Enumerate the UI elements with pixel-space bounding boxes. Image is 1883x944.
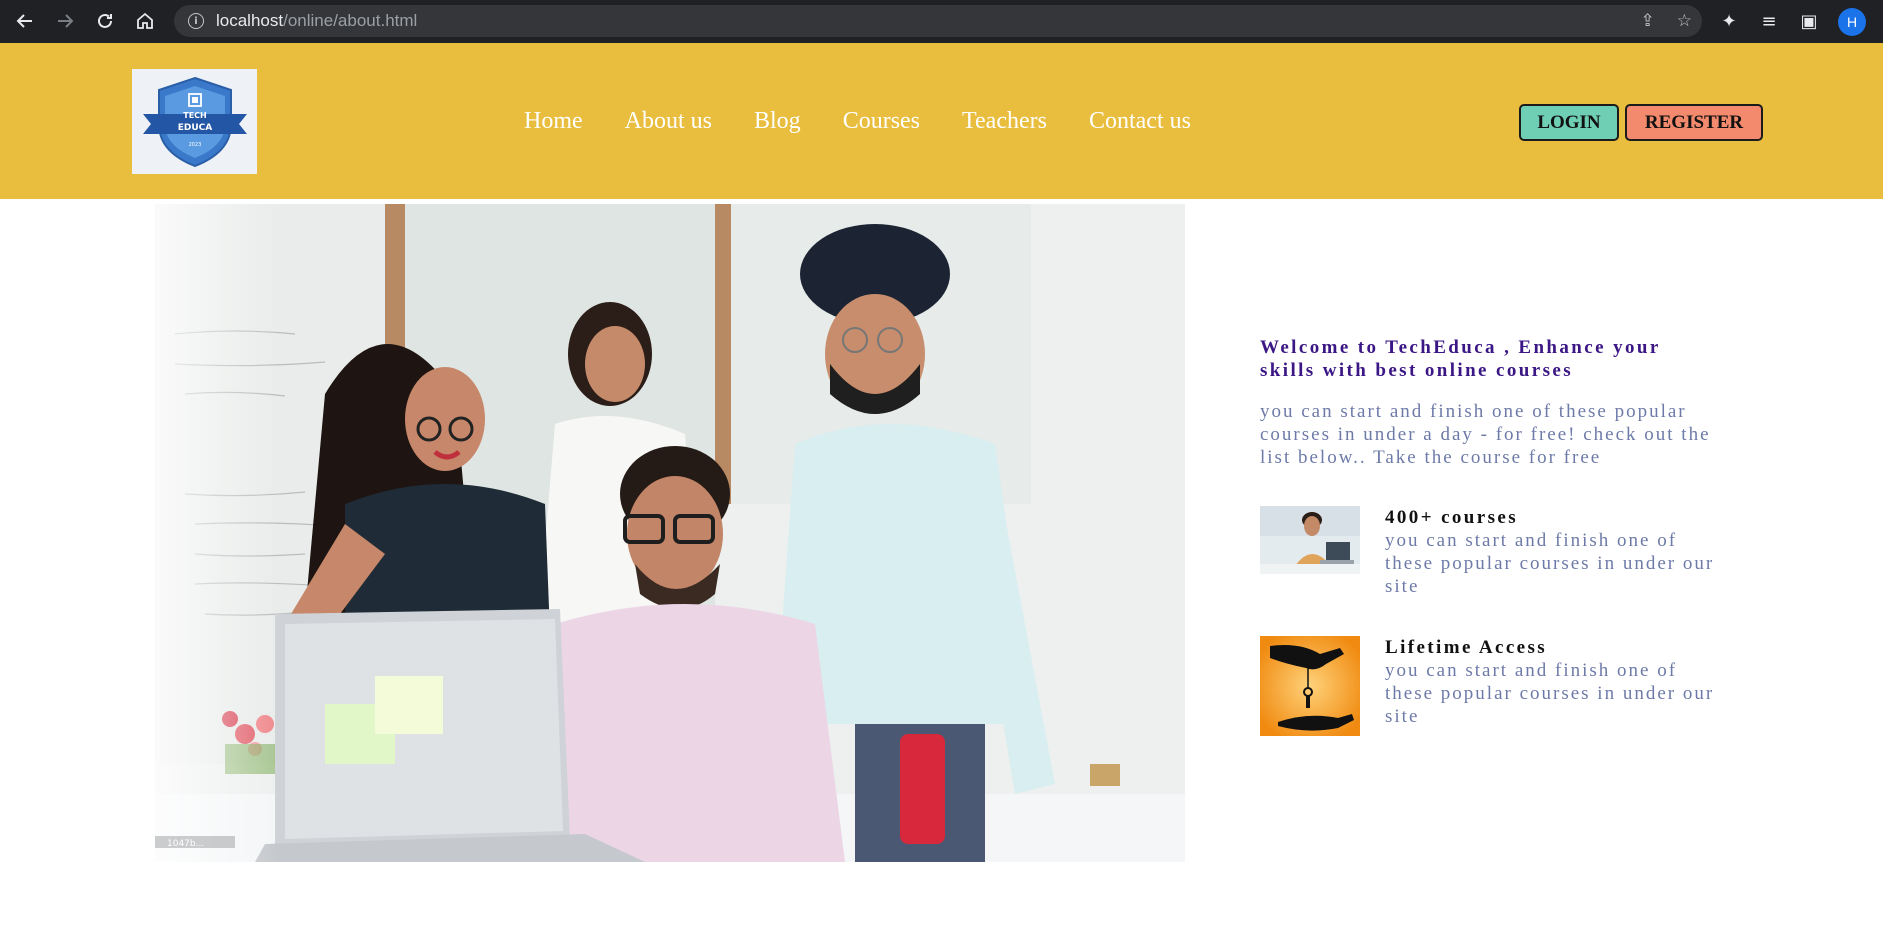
url-text: localhost/online/about.html	[216, 11, 418, 30]
feature-courses-image	[1260, 506, 1360, 579]
register-button[interactable]: REGISTER	[1625, 104, 1763, 141]
share-icon[interactable]: ⇪	[1641, 11, 1655, 31]
home-icon	[137, 12, 153, 29]
feature-lifetime-image	[1260, 636, 1360, 741]
about-info: Welcome to TechEduca , Enhance your skil…	[1260, 336, 1740, 736]
site-logo[interactable]: TECH EDUCA 2023	[132, 69, 257, 174]
nav-about-us[interactable]: About us	[625, 108, 712, 135]
logo-year: 2023	[188, 142, 201, 148]
feature-lifetime-title: Lifetime Access	[1385, 637, 1548, 658]
nav-teachers[interactable]: Teachers	[962, 108, 1047, 135]
reload-icon	[98, 13, 112, 28]
photo-watermark: 1047b...	[167, 839, 204, 849]
extensions-puzzle-icon[interactable]: ✦	[1718, 11, 1740, 32]
forward-button[interactable]	[45, 1, 85, 41]
bookmark-star-icon[interactable]: ☆	[1677, 11, 1692, 31]
feature-lifetime-desc: you can start and finish one of these po…	[1385, 660, 1715, 727]
logo-word-educa: EDUCA	[177, 123, 212, 133]
hero-team-photo: 1047b...	[155, 204, 1185, 862]
nav-courses[interactable]: Courses	[843, 108, 920, 135]
feature-courses-desc: you can start and finish one of these po…	[1385, 530, 1715, 597]
intro-text: you can start and finish one of these po…	[1260, 401, 1711, 468]
main-nav: Home About us Blog Courses Teachers Cont…	[524, 43, 1191, 199]
address-bar[interactable]: i localhost/online/about.html ⇪ ☆	[174, 5, 1702, 37]
auth-buttons: LOGIN REGISTER	[1519, 104, 1763, 141]
logo-word-tech: TECH	[183, 111, 207, 120]
nav-blog[interactable]: Blog	[754, 108, 801, 135]
shield-logo-icon: TECH EDUCA 2023	[142, 76, 247, 167]
browser-toolbar: i localhost/online/about.html ⇪ ☆ ✦ ≡ ▣ …	[0, 0, 1883, 43]
welcome-heading: Welcome to TechEduca , Enhance your skil…	[1260, 337, 1661, 381]
site-info-icon[interactable]: i	[188, 13, 204, 29]
site-header: TECH EDUCA 2023 Home About us Blog Cours…	[0, 43, 1883, 199]
home-button[interactable]	[125, 1, 165, 41]
media-queue-icon[interactable]: ≡	[1758, 11, 1780, 32]
login-button[interactable]: LOGIN	[1519, 104, 1619, 141]
feature-courses-title: 400+ courses	[1385, 507, 1519, 528]
profile-avatar[interactable]: H	[1838, 7, 1866, 36]
back-button[interactable]	[5, 1, 45, 41]
side-panel-icon[interactable]: ▣	[1798, 11, 1820, 32]
nav-contact-us[interactable]: Contact us	[1089, 108, 1191, 135]
back-arrow-icon	[16, 14, 32, 28]
reload-button[interactable]	[85, 1, 125, 41]
nav-home[interactable]: Home	[524, 108, 583, 135]
forward-arrow-icon	[58, 14, 74, 28]
